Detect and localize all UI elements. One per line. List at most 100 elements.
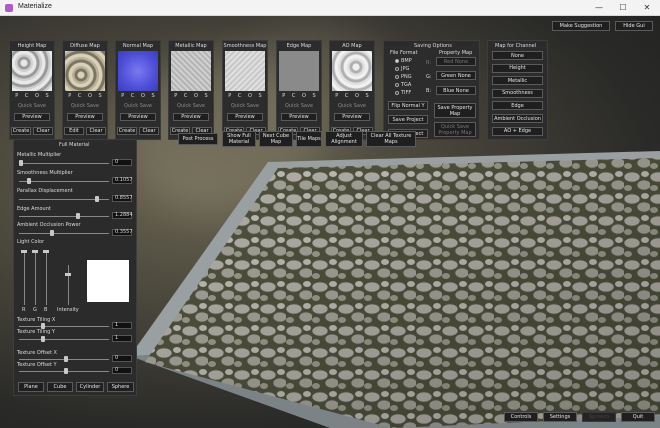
smoothness-value[interactable]: 0.1057 — [112, 177, 133, 184]
channel-option-metallic[interactable]: Metallic — [492, 76, 543, 86]
map-o-toggle[interactable]: O — [141, 93, 145, 99]
map-quick-save[interactable]: Quick Save — [63, 103, 107, 109]
green-channel-button[interactable]: Green None — [436, 71, 476, 80]
channel-option-smoothness[interactable]: Smoothness — [492, 88, 543, 98]
map-create-button[interactable]: Create — [11, 127, 31, 135]
map-thumbnail[interactable] — [171, 51, 211, 91]
format-png-radio[interactable]: PNG — [395, 74, 412, 80]
map-c-toggle[interactable]: C — [78, 93, 82, 99]
map-c-toggle[interactable]: C — [292, 93, 296, 99]
close-button[interactable]: ✕ — [636, 0, 658, 16]
map-preview-button[interactable]: Preview — [67, 113, 103, 121]
flip-normal-y-button[interactable]: Flip Normal Y — [388, 101, 428, 110]
red-channel-button[interactable]: Red None — [436, 57, 476, 66]
map-c-toggle[interactable]: C — [25, 93, 29, 99]
map-create-button[interactable]: Create — [117, 127, 137, 135]
map-o-toggle[interactable]: O — [35, 93, 39, 99]
parallax-value[interactable]: 0.8557 — [112, 195, 133, 202]
map-p-toggle[interactable]: P — [15, 93, 18, 99]
hidden-menu-button[interactable]: Spmeco — [582, 412, 616, 422]
controls-button[interactable]: Controls — [504, 412, 538, 422]
map-quick-save[interactable]: Quick Save — [277, 103, 321, 109]
map-p-toggle[interactable]: P — [282, 93, 285, 99]
save-property-map-button[interactable]: Save Property Map — [434, 103, 476, 118]
map-p-toggle[interactable]: P — [335, 93, 338, 99]
map-preview-button[interactable]: Preview — [120, 113, 156, 121]
light-r-slider[interactable] — [21, 250, 27, 305]
map-create-button[interactable]: Edit — [64, 127, 84, 135]
map-preview-button[interactable]: Preview — [14, 113, 50, 121]
format-jpg-radio[interactable]: JPG — [395, 66, 409, 72]
map-preview-button[interactable]: Preview — [173, 113, 209, 121]
map-thumbnail[interactable] — [332, 51, 372, 91]
edge-amount-slider[interactable] — [19, 213, 109, 219]
channel-option-edge[interactable]: Edge — [492, 101, 543, 111]
shape-sphere-button[interactable]: Sphere — [107, 382, 134, 392]
channel-option-height[interactable]: Height — [492, 63, 543, 73]
metallic-value[interactable]: 0 — [112, 159, 132, 166]
shape-cube-button[interactable]: Cube — [47, 382, 73, 392]
map-o-toggle[interactable]: O — [302, 93, 306, 99]
tile-maps-button[interactable]: Tile Maps — [296, 131, 322, 147]
settings-button[interactable]: Settings — [543, 412, 577, 422]
map-s-toggle[interactable]: S — [151, 93, 154, 99]
map-o-toggle[interactable]: O — [248, 93, 252, 99]
ao-power-value[interactable]: 0.3557 — [112, 229, 133, 236]
map-thumbnail[interactable] — [279, 51, 319, 91]
map-p-toggle[interactable]: P — [174, 93, 177, 99]
save-project-button[interactable]: Save Project — [388, 115, 428, 124]
channel-option-ao-edge[interactable]: AO + Edge — [492, 126, 543, 136]
map-s-toggle[interactable]: S — [45, 93, 48, 99]
map-thumbnail[interactable] — [12, 51, 52, 91]
map-c-toggle[interactable]: C — [131, 93, 135, 99]
smoothness-slider[interactable] — [19, 178, 109, 184]
minimize-button[interactable]: — — [588, 0, 610, 16]
light-intensity-slider[interactable] — [65, 265, 71, 305]
map-quick-save[interactable]: Quick Save — [10, 103, 54, 109]
hide-gui-button[interactable]: Hide Gui — [615, 21, 653, 31]
map-o-toggle[interactable]: O — [88, 93, 92, 99]
edge-amount-value[interactable]: 1.2884 — [112, 212, 133, 219]
maximize-button[interactable]: ☐ — [612, 0, 634, 16]
map-s-toggle[interactable]: S — [312, 93, 315, 99]
adjust-alignment-button[interactable]: Adjust Alignment — [325, 131, 363, 147]
offset-x-value[interactable]: 0 — [112, 355, 132, 362]
tiling-y-slider[interactable] — [19, 336, 109, 342]
offset-x-slider[interactable] — [19, 356, 109, 362]
map-preview-button[interactable]: Preview — [334, 113, 370, 121]
map-thumbnail[interactable] — [65, 51, 105, 91]
channel-option-ambient-occlusion[interactable]: Ambient Occlusion — [492, 114, 543, 123]
map-p-toggle[interactable]: P — [228, 93, 231, 99]
map-clear-button[interactable]: Clear — [86, 127, 106, 135]
format-tiff-radio[interactable]: TIFF — [395, 90, 411, 96]
post-process-button[interactable]: Post Process — [178, 133, 218, 145]
quit-button[interactable]: Quit — [621, 412, 655, 422]
light-g-slider[interactable] — [32, 250, 38, 305]
map-p-toggle[interactable]: P — [68, 93, 71, 99]
map-s-toggle[interactable]: S — [204, 93, 207, 99]
map-o-toggle[interactable]: O — [194, 93, 198, 99]
ao-power-slider[interactable] — [19, 230, 109, 236]
map-clear-button[interactable]: Clear — [33, 127, 53, 135]
viewport-3d[interactable]: Height Map P C O S Quick Save Preview Create Cle… — [0, 16, 660, 428]
offset-y-value[interactable]: 0 — [112, 367, 132, 374]
make-suggestion-button[interactable]: Make Suggestion — [552, 21, 610, 31]
channel-option-none[interactable]: None — [492, 51, 543, 60]
map-quick-save[interactable]: Quick Save — [223, 103, 267, 109]
tiling-x-value[interactable]: 1 — [112, 322, 132, 329]
tiling-y-value[interactable]: 1 — [112, 335, 132, 342]
map-s-toggle[interactable]: S — [365, 93, 368, 99]
next-cube-map-button[interactable]: Next Cube Map — [259, 131, 293, 147]
map-o-toggle[interactable]: O — [355, 93, 359, 99]
map-c-toggle[interactable]: C — [345, 93, 349, 99]
light-b-slider[interactable] — [43, 250, 49, 305]
map-quick-save[interactable]: Quick Save — [169, 103, 213, 109]
map-p-toggle[interactable]: P — [121, 93, 124, 99]
format-tga-radio[interactable]: TGA — [395, 82, 411, 88]
metallic-slider[interactable] — [19, 160, 109, 166]
clear-all-texture-maps-button[interactable]: Clear All Texture Maps — [366, 131, 416, 147]
map-clear-button[interactable]: Clear — [139, 127, 159, 135]
map-preview-button[interactable]: Preview — [281, 113, 317, 121]
map-thumbnail[interactable] — [118, 51, 158, 91]
blue-channel-button[interactable]: Blue None — [436, 86, 476, 95]
